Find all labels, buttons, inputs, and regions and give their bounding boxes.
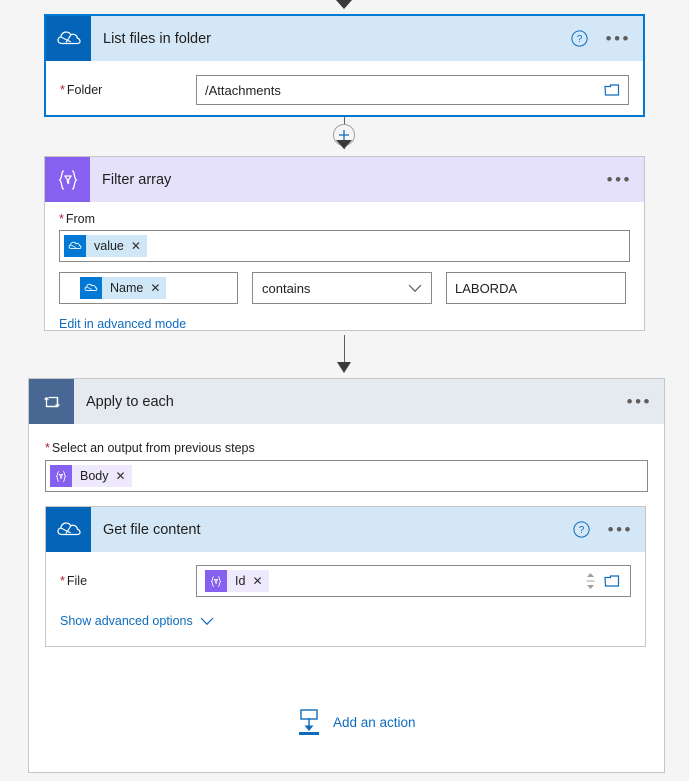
card-title: List files in folder xyxy=(103,30,211,47)
file-input[interactable]: Id ✕ xyxy=(196,565,631,597)
field-label-folder: * Folder xyxy=(60,83,103,97)
token-text: Name xyxy=(110,281,144,295)
card-body-get-file-content: * File Id ✕ Show advanced options xyxy=(46,552,645,630)
folder-picker-icon[interactable] xyxy=(604,83,620,97)
card-title: Apply to each xyxy=(86,393,174,410)
action-card-list-files-in-folder[interactable]: List files in folder ? ••• * Folder /Atta… xyxy=(44,14,645,117)
chevron-down-icon xyxy=(200,617,214,625)
add-an-action-button[interactable]: Add an action xyxy=(294,708,416,736)
condition-operator-dropdown[interactable]: contains xyxy=(252,272,432,304)
onedrive-cloud-icon xyxy=(46,507,91,552)
onedrive-cloud-icon xyxy=(80,277,102,299)
onedrive-cloud-icon xyxy=(46,16,91,61)
card-body-list-files-in-folder: * Folder /Attachments xyxy=(46,61,643,105)
svg-text:?: ? xyxy=(578,525,584,536)
card-header-actions: ••• xyxy=(607,171,632,188)
condition-value: LABORDA xyxy=(455,280,518,296)
show-advanced-options-label: Show advanced options xyxy=(60,614,193,628)
token-body[interactable]: Body ✕ xyxy=(50,465,132,487)
condition-left-input[interactable]: Name ✕ xyxy=(59,272,238,304)
chevron-down-icon xyxy=(408,284,422,292)
card-body-apply-to-each: * Select an output from previous steps Bo… xyxy=(29,424,664,492)
card-header-actions: ? ••• xyxy=(571,30,631,47)
required-marker: * xyxy=(45,441,50,455)
connector-arrow-to-filter xyxy=(336,140,352,149)
action-card-filter-array[interactable]: Filter array ••• * From value ✕ Name ✕ c… xyxy=(44,156,645,331)
loop-icon xyxy=(29,379,74,424)
card-header-list-files-in-folder[interactable]: List files in folder ? ••• xyxy=(46,16,643,61)
condition-row: Name ✕ contains LABORDA xyxy=(59,272,630,304)
card-header-apply-to-each[interactable]: Apply to each ••• xyxy=(29,379,664,424)
add-an-action-label: Add an action xyxy=(333,714,416,730)
help-circle-icon[interactable]: ? xyxy=(571,30,588,47)
token-label: Name ✕ xyxy=(102,277,167,299)
card-body-filter-array: * From value ✕ Name ✕ contains LABORDA E… xyxy=(45,202,644,333)
token-label: Id ✕ xyxy=(227,570,269,592)
field-label-from: * From xyxy=(59,212,96,226)
remove-token-icon[interactable]: ✕ xyxy=(131,240,141,252)
token-text: value xyxy=(94,239,124,253)
card-header-actions: ? ••• xyxy=(573,521,633,538)
ellipsis-icon[interactable]: ••• xyxy=(627,393,652,410)
show-advanced-options-link[interactable]: Show advanced options xyxy=(60,614,214,628)
action-card-get-file-content[interactable]: Get file content ? ••• * File Id ✕ Show … xyxy=(45,506,646,647)
required-marker: * xyxy=(60,574,65,588)
card-title: Filter array xyxy=(102,171,172,188)
token-name[interactable]: Name ✕ xyxy=(80,277,167,299)
filter-braces-icon xyxy=(45,157,90,202)
from-input[interactable]: value ✕ xyxy=(59,230,630,262)
remove-token-icon[interactable]: ✕ xyxy=(116,470,126,482)
top-connector-arrow xyxy=(336,0,352,9)
folder-picker-icon[interactable] xyxy=(604,574,620,588)
ellipsis-icon[interactable]: ••• xyxy=(606,30,631,47)
required-marker: * xyxy=(59,212,64,226)
onedrive-cloud-icon xyxy=(64,235,86,257)
field-label-file: * File xyxy=(60,574,88,588)
ellipsis-icon[interactable]: ••• xyxy=(607,171,632,188)
card-header-get-file-content[interactable]: Get file content ? ••• xyxy=(46,507,645,552)
token-label: value ✕ xyxy=(86,235,147,257)
select-output-input[interactable]: Body ✕ xyxy=(45,460,648,492)
field-label-select-output: * Select an output from previous steps xyxy=(45,441,255,455)
condition-value-input[interactable]: LABORDA xyxy=(446,272,626,304)
token-label: Body ✕ xyxy=(72,465,132,487)
spinner-updown-icon[interactable] xyxy=(585,570,596,592)
ellipsis-icon[interactable]: ••• xyxy=(608,521,633,538)
filter-braces-icon xyxy=(205,570,227,592)
connector-line-to-loop xyxy=(344,335,345,365)
token-id[interactable]: Id ✕ xyxy=(205,570,269,592)
field-file: * File Id ✕ xyxy=(46,552,645,597)
action-card-apply-to-each[interactable]: Apply to each ••• * Select an output from… xyxy=(28,378,665,773)
flow-designer-canvas: List files in folder ? ••• * Folder /Atta… xyxy=(0,0,689,781)
token-text: Body xyxy=(80,469,109,483)
required-marker: * xyxy=(60,83,65,97)
token-value[interactable]: value ✕ xyxy=(64,235,147,257)
folder-input-value: /Attachments xyxy=(205,82,281,98)
remove-token-icon[interactable]: ✕ xyxy=(252,575,262,587)
card-title: Get file content xyxy=(103,521,201,538)
field-folder: * Folder /Attachments xyxy=(46,61,643,105)
folder-input[interactable]: /Attachments xyxy=(196,75,629,105)
token-text: Id xyxy=(235,574,246,588)
connector-arrow-to-loop xyxy=(337,362,351,373)
remove-token-icon[interactable]: ✕ xyxy=(150,282,160,294)
svg-text:?: ? xyxy=(576,34,582,45)
add-action-icon xyxy=(299,709,319,735)
help-circle-icon[interactable]: ? xyxy=(573,521,590,538)
card-header-actions: ••• xyxy=(627,393,652,410)
filter-braces-icon xyxy=(50,465,72,487)
operator-value: contains xyxy=(262,280,311,296)
card-header-filter-array[interactable]: Filter array ••• xyxy=(45,157,644,202)
edit-advanced-mode-label: Edit in advanced mode xyxy=(59,317,187,331)
edit-advanced-mode-link[interactable]: Edit in advanced mode xyxy=(59,317,186,331)
